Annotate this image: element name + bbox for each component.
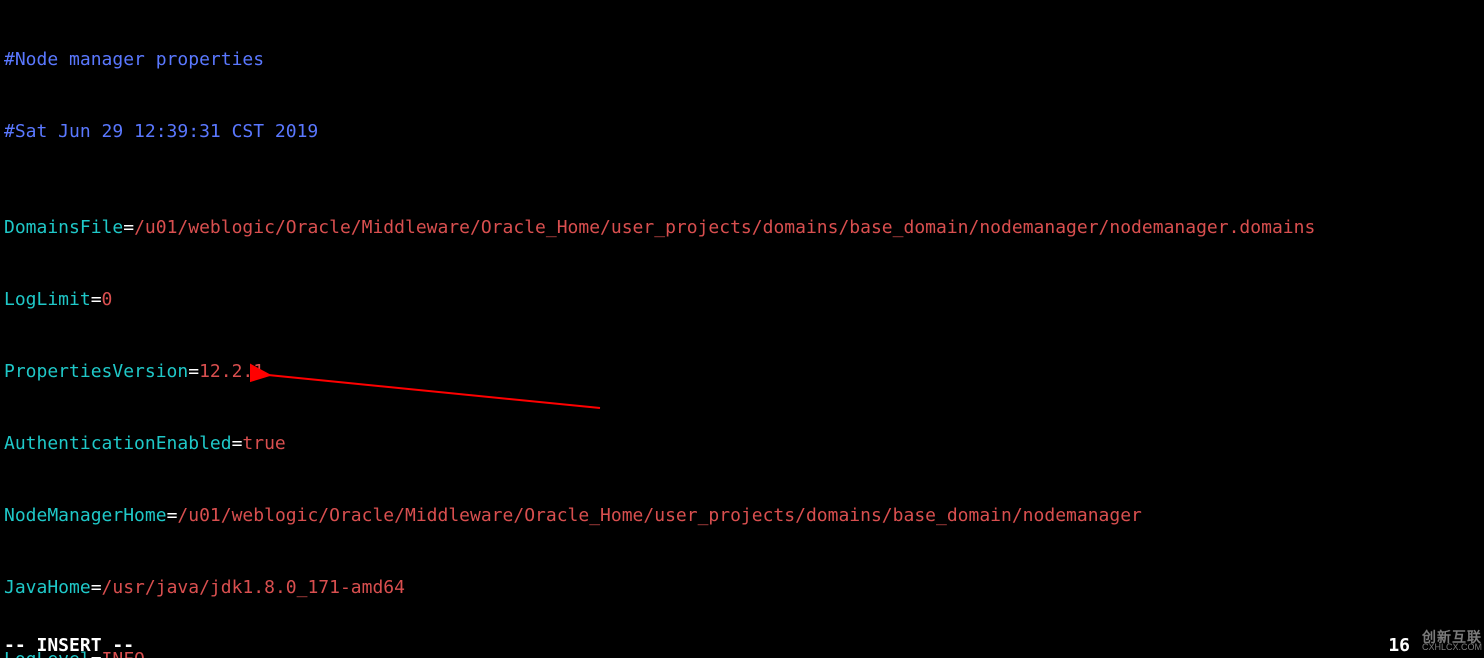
vim-line-indicator: 16 (1388, 634, 1410, 658)
property-key: DomainsFile (4, 217, 123, 238)
property-key: PropertiesVersion (4, 361, 188, 382)
watermark-text: 创新互联 (1422, 632, 1482, 642)
property-value: 0 (102, 289, 113, 310)
property-row: AuthenticationEnabled=true (4, 432, 1480, 456)
property-value: /usr/java/jdk1.8.0_171-amd64 (102, 577, 405, 598)
property-row: LogLimit=0 (4, 288, 1480, 312)
property-row: PropertiesVersion=12.2.1 (4, 360, 1480, 384)
property-row: DomainsFile=/u01/weblogic/Oracle/Middlew… (4, 216, 1480, 240)
vim-mode-indicator: -- INSERT -- (4, 634, 134, 658)
property-value: true (242, 433, 285, 454)
property-row: JavaHome=/usr/java/jdk1.8.0_171-amd64 (4, 576, 1480, 600)
property-row: NodeManagerHome=/u01/weblogic/Oracle/Mid… (4, 504, 1480, 528)
property-key: NodeManagerHome (4, 505, 167, 526)
comment-line: #Sat Jun 29 12:39:31 CST 2019 (4, 121, 318, 142)
comment-line: #Node manager properties (4, 49, 264, 70)
property-key: JavaHome (4, 577, 91, 598)
terminal-editor[interactable]: #Node manager properties #Sat Jun 29 12:… (0, 0, 1484, 658)
property-key: LogLimit (4, 289, 91, 310)
property-value: 12.2.1 (199, 361, 264, 382)
watermark-subtext: CXHLCX.COM (1422, 642, 1482, 652)
property-key: AuthenticationEnabled (4, 433, 232, 454)
property-value: /u01/weblogic/Oracle/Middleware/Oracle_H… (134, 217, 1315, 238)
vim-status-bar: -- INSERT -- 16 (0, 634, 1484, 658)
property-value: /u01/weblogic/Oracle/Middleware/Oracle_H… (177, 505, 1142, 526)
watermark-logo: 创新互联 CXHLCX.COM (1422, 630, 1482, 654)
